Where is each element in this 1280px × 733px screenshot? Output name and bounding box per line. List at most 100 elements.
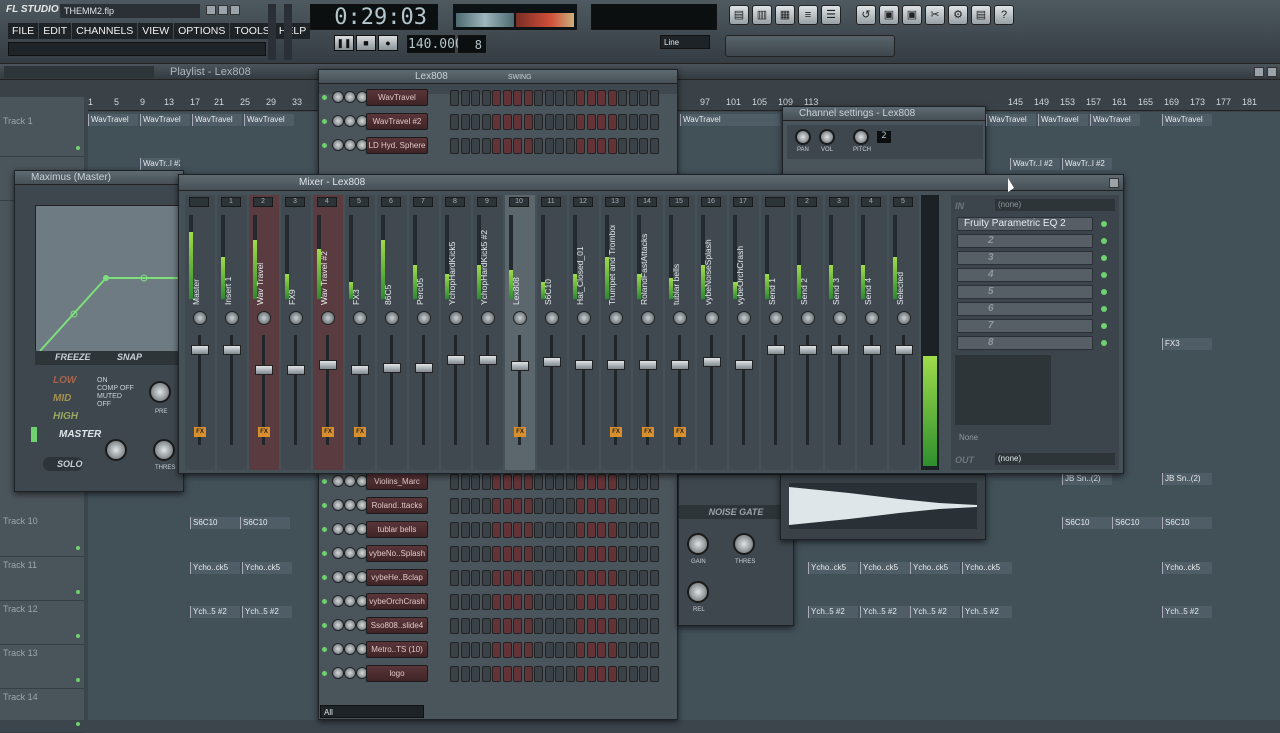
menu-help[interactable]: HELP	[274, 23, 311, 39]
step-button[interactable]	[628, 474, 638, 490]
step-button[interactable]	[618, 570, 627, 586]
fader-track[interactable]	[454, 335, 457, 445]
channel-knob[interactable]	[332, 643, 344, 655]
step-button[interactable]	[618, 546, 627, 562]
step-button[interactable]	[565, 90, 575, 106]
step-button[interactable]	[607, 570, 617, 586]
step-button[interactable]	[607, 138, 617, 154]
step-button[interactable]	[555, 522, 564, 538]
step-button[interactable]	[649, 642, 659, 658]
playlist-clip[interactable]: Ych..5 #2	[808, 606, 858, 618]
playlist-clip[interactable]: Ycho..ck5	[190, 562, 240, 574]
fx-slot-led[interactable]	[1101, 289, 1107, 295]
fx-slot-led[interactable]	[1101, 221, 1107, 227]
playlist-clip[interactable]: FX3	[1162, 338, 1212, 350]
mixer-strip[interactable]: 15 tublar bells FX	[665, 195, 695, 470]
step-button[interactable]	[576, 114, 585, 130]
pan-knob[interactable]	[449, 311, 463, 325]
mixer-strip[interactable]: 4 Send 4	[857, 195, 887, 470]
channel-led[interactable]	[322, 95, 327, 100]
step-button[interactable]	[628, 522, 638, 538]
step-button[interactable]	[513, 666, 522, 682]
step-button[interactable]	[649, 474, 659, 490]
step-button[interactable]	[565, 570, 575, 586]
band-high[interactable]: HIGH	[31, 409, 91, 424]
step-button[interactable]	[618, 114, 627, 130]
channel-name-button[interactable]: vybeNo..Splash	[366, 545, 428, 562]
step-button[interactable]	[471, 522, 480, 538]
volume-fader[interactable]	[639, 360, 657, 370]
step-button[interactable]	[607, 474, 617, 490]
step-button[interactable]	[607, 90, 617, 106]
menu-file[interactable]: FILE	[8, 23, 39, 39]
step-button[interactable]	[523, 114, 533, 130]
fx-route-badge[interactable]: FX	[194, 427, 206, 437]
step-button[interactable]	[450, 498, 459, 514]
rel-knob[interactable]	[687, 581, 709, 603]
channel-knob[interactable]	[332, 619, 344, 631]
step-button[interactable]	[586, 114, 596, 130]
fader-track[interactable]	[422, 335, 425, 445]
step-button[interactable]	[607, 666, 617, 682]
channel-knob[interactable]	[344, 499, 356, 511]
playlist-clip[interactable]: WavTravel	[140, 114, 190, 126]
mixer-close-icon[interactable]	[1109, 178, 1119, 188]
step-button[interactable]	[534, 546, 543, 562]
volume-fader[interactable]	[255, 365, 273, 375]
step-button[interactable]	[502, 474, 512, 490]
step-button[interactable]	[502, 666, 512, 682]
playlist-clip[interactable]: Ycho..ck5	[962, 562, 1012, 574]
piano-roll-icon[interactable]: ▥	[752, 5, 772, 25]
step-button[interactable]	[460, 642, 470, 658]
fx-slot[interactable]: 7	[957, 319, 1093, 333]
mixer-strip[interactable]: 5 FX3 FX	[345, 195, 375, 470]
strip-name[interactable]: Trumpet and Trombone	[607, 225, 625, 305]
volume-fader[interactable]	[575, 360, 593, 370]
step-button[interactable]	[597, 138, 606, 154]
step-button[interactable]	[481, 642, 491, 658]
step-button[interactable]	[513, 474, 522, 490]
menu-edit[interactable]: EDIT	[39, 23, 72, 39]
step-button[interactable]	[534, 138, 543, 154]
channel-name-button[interactable]: logo	[366, 665, 428, 682]
track-led[interactable]	[76, 590, 80, 594]
strip-name[interactable]: Send 2	[799, 225, 817, 305]
pan-knob[interactable]	[321, 311, 335, 325]
step-button[interactable]	[639, 138, 648, 154]
maximize-icon[interactable]	[218, 5, 228, 15]
strip-name[interactable]: Send 4	[863, 225, 881, 305]
step-button[interactable]	[597, 594, 606, 610]
step-button[interactable]	[597, 666, 606, 682]
option-on[interactable]: ON	[97, 377, 134, 385]
step-button[interactable]	[649, 498, 659, 514]
mixer-strip[interactable]: 2 Wav Travel FX	[249, 195, 279, 470]
step-button[interactable]	[639, 90, 648, 106]
step-button[interactable]	[555, 474, 564, 490]
step-button[interactable]	[534, 594, 543, 610]
pan-knob[interactable]	[289, 311, 303, 325]
fader-track[interactable]	[390, 335, 393, 445]
step-button[interactable]	[471, 594, 480, 610]
step-button[interactable]	[450, 90, 459, 106]
band-mid[interactable]: MID	[31, 391, 91, 406]
step-button[interactable]	[513, 618, 522, 634]
playlist-clip[interactable]: Ycho..ck5	[1162, 562, 1212, 574]
playlist-clip[interactable]: Ycho..ck5	[242, 562, 292, 574]
channel-knob[interactable]	[332, 499, 344, 511]
step-button[interactable]	[586, 666, 596, 682]
pan-knob[interactable]	[801, 311, 815, 325]
step-button[interactable]	[628, 594, 638, 610]
volume-fader[interactable]	[703, 357, 721, 367]
fader-track[interactable]	[742, 335, 745, 445]
step-button[interactable]	[502, 618, 512, 634]
channel-led[interactable]	[322, 527, 327, 532]
step-button[interactable]	[618, 522, 627, 538]
step-button[interactable]	[555, 570, 564, 586]
thres-knob[interactable]	[733, 533, 755, 555]
step-button[interactable]	[460, 474, 470, 490]
step-button[interactable]	[565, 546, 575, 562]
playlist-restore-icon[interactable]	[1254, 67, 1264, 77]
step-button[interactable]	[555, 642, 564, 658]
step-button[interactable]	[460, 498, 470, 514]
step-button[interactable]	[481, 138, 491, 154]
